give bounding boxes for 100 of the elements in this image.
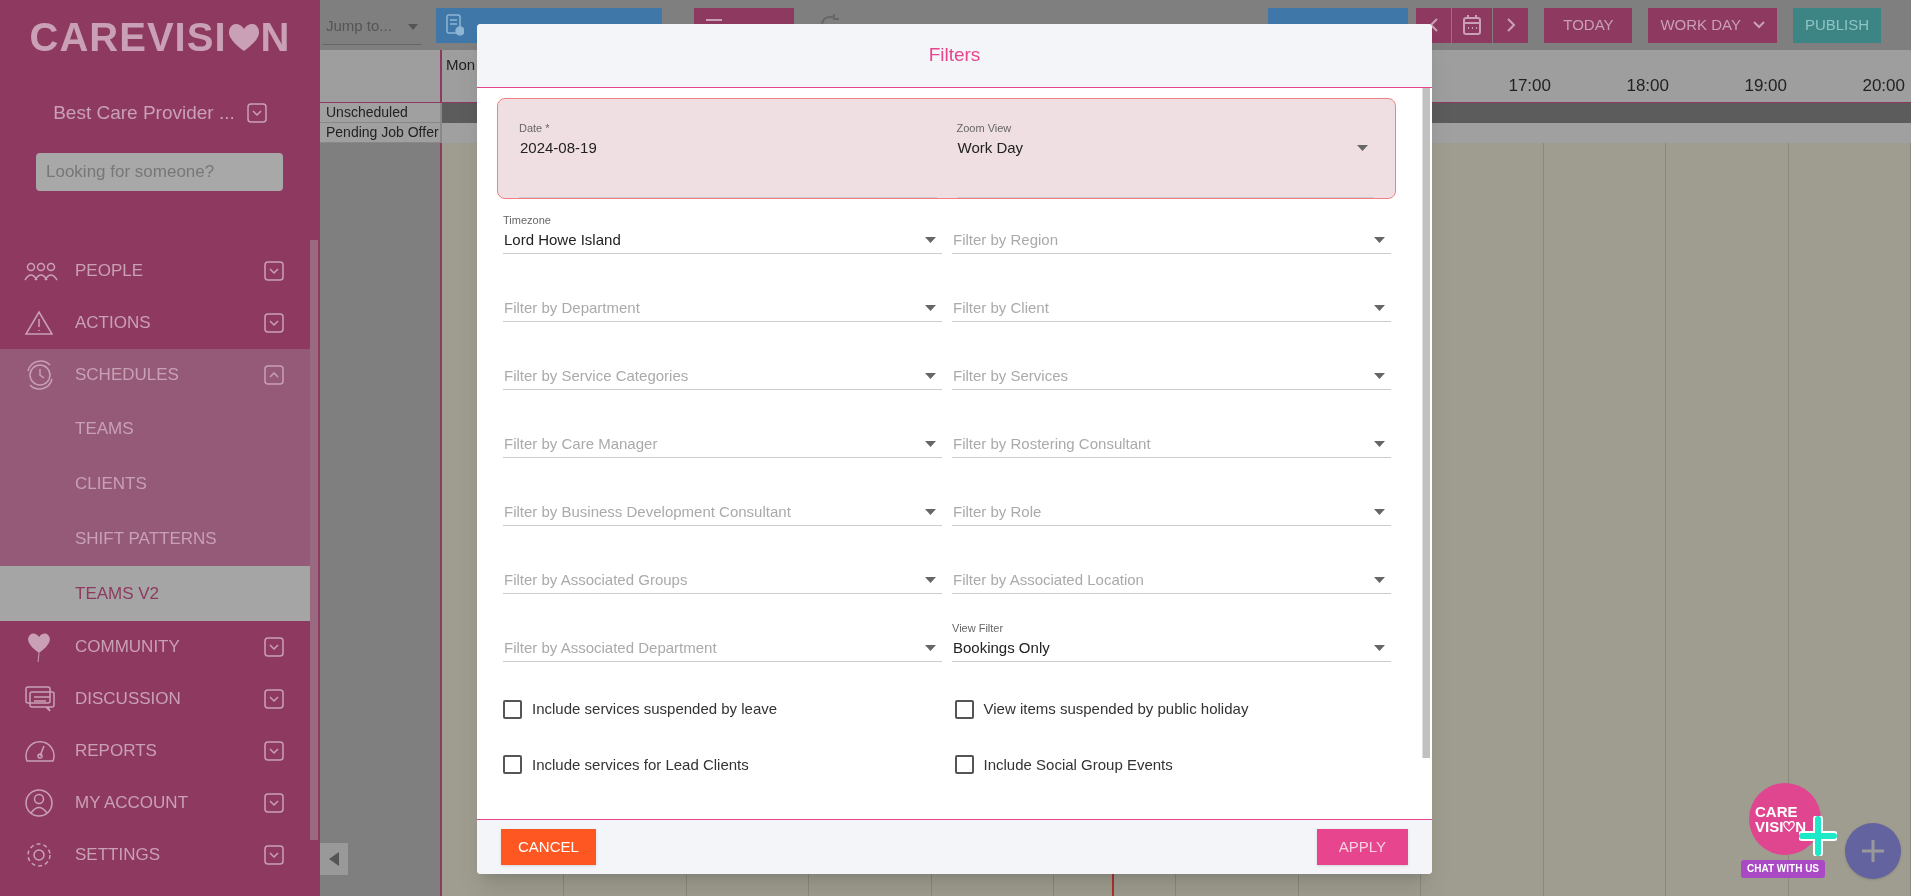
input-field[interactable]: Date * 2024-08-19: [519, 121, 937, 198]
dropdown-arrow-icon: [408, 23, 418, 30]
day-label: Mon: [446, 55, 476, 75]
collapse-sidebar-button[interactable]: [320, 843, 348, 875]
chat-icon: [24, 685, 56, 713]
calendar-button[interactable]: [1452, 7, 1493, 43]
dropdown-field[interactable]: Filter by Service Categories: [503, 349, 942, 390]
checkbox-label: View items suspended by public holiday: [983, 699, 1249, 719]
gear-icon: [24, 840, 54, 870]
row-label: Unscheduled: [326, 103, 408, 122]
nav-item[interactable]: SCHEDULES: [75, 362, 264, 388]
zoom-view-button[interactable]: WORK DAY: [1648, 7, 1777, 43]
heart-icon: [226, 22, 261, 52]
checkbox[interactable]: [503, 699, 522, 719]
hour-label: 19:00: [1744, 74, 1787, 97]
publish-button[interactable]: PUBLISH: [1793, 7, 1881, 43]
nav-subitem[interactable]: CLIENTS: [0, 456, 310, 511]
dropdown-arrow-icon: [925, 305, 936, 311]
nav-subitem[interactable]: TEAMS: [0, 401, 310, 456]
checkbox[interactable]: [954, 699, 974, 719]
expand-icon[interactable]: [264, 637, 284, 657]
chat-logo-text: CARE: [1755, 804, 1799, 819]
user-icon: [24, 788, 54, 818]
apply-button[interactable]: APPLY: [1316, 829, 1408, 865]
nav-item[interactable]: DISCUSSION: [75, 686, 264, 712]
hour-label: 17:00: [1508, 74, 1551, 97]
document-icon: [446, 14, 464, 36]
dropdown-field[interactable]: Filter by Care Manager: [503, 417, 942, 458]
dropdown-field[interactable]: Filter by Department: [503, 281, 942, 322]
row-label: Pending Job Offer: [326, 123, 439, 142]
nav-item[interactable]: COMMUNITY: [75, 634, 264, 660]
dropdown-field[interactable]: Timezone Lord Howe Island: [503, 213, 942, 254]
checkbox[interactable]: [503, 755, 522, 775]
expand-icon[interactable]: [264, 741, 284, 761]
dropdown-arrow-icon: [925, 237, 936, 243]
logo-text: N: [260, 14, 291, 61]
warning-icon: [24, 310, 54, 336]
dropdown-field[interactable]: Zoom View Work Day: [956, 121, 1374, 198]
scrollbar[interactable]: [1422, 88, 1430, 758]
field-label: Date *: [519, 121, 551, 135]
dropdown-arrow-icon: [1374, 645, 1385, 651]
collapse-icon[interactable]: [264, 365, 284, 385]
checkbox-label: Include services for Lead Clients: [532, 754, 749, 775]
triangle-left-icon: [329, 852, 339, 866]
hour-label: 20:00: [1862, 74, 1905, 97]
nav-item[interactable]: ACTIONS: [75, 310, 264, 336]
logo-text: CAREVISI: [29, 14, 227, 61]
next-button[interactable]: [1493, 7, 1529, 43]
nav-item[interactable]: MY ACCOUNT: [75, 790, 264, 816]
expand-icon[interactable]: [264, 845, 284, 865]
checkbox-label: Include services suspended by leave: [532, 699, 778, 719]
dropdown-arrow-icon: [925, 577, 936, 583]
chevron-right-icon: [1506, 18, 1515, 32]
chat-logo-text: VISI: [1755, 819, 1784, 834]
nav-subitem[interactable]: SHIFT PATTERNS: [0, 511, 310, 566]
today-button[interactable]: TODAY: [1544, 7, 1633, 43]
provider-name[interactable]: Best Care Provider ...: [53, 98, 235, 128]
dropdown-arrow-icon: [1374, 305, 1385, 311]
people-icon: [24, 260, 58, 282]
dropdown-field[interactable]: Filter by Client: [952, 281, 1391, 322]
checkbox[interactable]: [954, 755, 974, 775]
nav-item[interactable]: REPORTS: [75, 738, 264, 764]
expand-icon[interactable]: [264, 793, 284, 813]
dialog-title: Filters: [928, 43, 981, 68]
dropdown-field[interactable]: Filter by Services: [952, 349, 1391, 390]
heart-icon: [1783, 821, 1796, 832]
expand-icon[interactable]: [246, 103, 267, 123]
dropdown-field[interactable]: Filter by Associated Department: [503, 621, 942, 662]
expand-icon[interactable]: [264, 689, 284, 709]
dropdown-field[interactable]: Filter by Rostering Consultant: [952, 417, 1391, 458]
dropdown-arrow-icon: [1374, 373, 1385, 379]
dropdown-arrow-icon: [1374, 237, 1385, 243]
dropdown-arrow-icon: [925, 509, 936, 515]
field-label: Zoom View: [956, 121, 1013, 135]
dropdown-field[interactable]: Filter by Business Development Consultant: [503, 485, 942, 526]
chat-label: CHAT WITH US: [1741, 860, 1826, 878]
calendar-icon: [1463, 15, 1482, 35]
nav-item[interactable]: SETTINGS: [75, 842, 264, 868]
field-label: View Filter: [952, 621, 1005, 635]
dropdown-arrow-icon: [925, 373, 936, 379]
dropdown-field[interactable]: Filter by Associated Location: [952, 553, 1391, 594]
expand-icon[interactable]: [264, 261, 284, 281]
nav-item[interactable]: PEOPLE: [75, 258, 264, 284]
dropdown-field[interactable]: Filter by Role: [952, 485, 1391, 526]
expand-icon[interactable]: [264, 313, 284, 333]
dropdown-arrow-icon: [1374, 509, 1385, 515]
chevron-down-icon: [1753, 21, 1765, 29]
dropdown-field[interactable]: Filter by Associated Groups: [503, 553, 942, 594]
dropdown-arrow-icon: [925, 441, 936, 447]
cancel-button[interactable]: CANCEL: [501, 829, 596, 865]
dropdown-arrow-icon: [1374, 577, 1385, 583]
dropdown-field[interactable]: Filter by Region: [952, 213, 1391, 254]
checkbox-label: Include Social Group Events: [983, 754, 1173, 775]
scrollbar[interactable]: [310, 240, 318, 840]
dropdown-arrow-icon: [1357, 145, 1368, 151]
dropdown-arrow-icon: [1374, 441, 1385, 447]
clock-icon: [24, 359, 56, 391]
dropdown-field[interactable]: View Filter Bookings Only: [952, 621, 1391, 662]
dropdown-arrow-icon: [925, 645, 936, 651]
nav-subitem[interactable]: TEAMS V2: [0, 566, 310, 621]
